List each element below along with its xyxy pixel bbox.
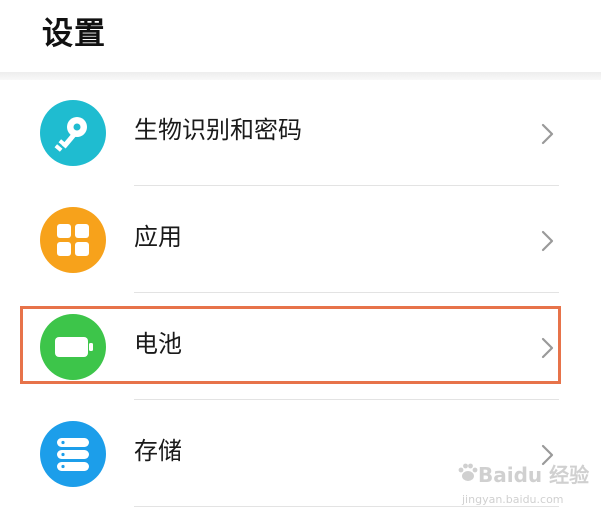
chevron-right-icon — [540, 122, 556, 150]
paw-icon — [458, 463, 478, 481]
divider — [134, 399, 559, 400]
header: 设置 — [0, 0, 601, 74]
page-title: 设置 — [42, 16, 106, 52]
settings-item-biometrics[interactable]: 生物识别和密码 — [0, 80, 601, 187]
baidu-jingyan-watermark: Baidu 经验 jingyan.baidu.com — [456, 455, 596, 515]
battery-highlight-box — [20, 306, 561, 384]
watermark-text: Baidu 经验 — [478, 463, 590, 487]
chevron-right-icon — [540, 229, 556, 257]
settings-item-label: 应用 — [134, 223, 182, 251]
divider — [134, 185, 559, 186]
header-divider — [0, 72, 601, 80]
divider — [134, 292, 559, 293]
apps-grid-icon — [40, 207, 106, 273]
storage-icon — [40, 421, 106, 487]
settings-item-apps[interactable]: 应用 — [0, 187, 601, 294]
watermark-url: jingyan.baidu.com — [462, 493, 564, 506]
settings-item-label: 存储 — [134, 437, 182, 465]
settings-item-label: 生物识别和密码 — [134, 116, 302, 144]
key-icon — [40, 100, 106, 166]
